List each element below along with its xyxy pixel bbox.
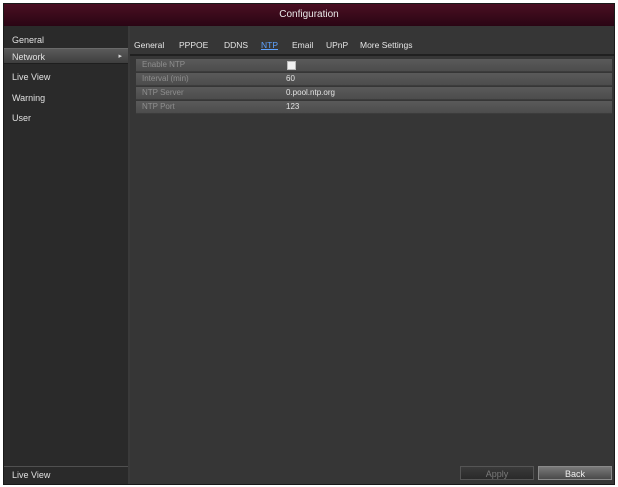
sidebar-item-label: Network: [12, 52, 46, 62]
ntp-port-label: NTP Port: [142, 102, 175, 111]
sidebar-item-general[interactable]: General: [4, 32, 128, 48]
tab-pppoe[interactable]: PPPOE: [179, 40, 208, 50]
tab-upnp[interactable]: UPnP: [326, 40, 348, 50]
sidebar: General Network ▸ Live View Warning User…: [4, 26, 128, 484]
tab-bar: General PPPOE DDNS NTP Email UPnP More S…: [130, 40, 614, 54]
ntp-server-field[interactable]: 0.pool.ntp.org: [286, 87, 335, 99]
tab-email[interactable]: Email: [292, 40, 313, 50]
sidebar-item-live-view[interactable]: Live View: [4, 69, 128, 85]
sidebar-item-user[interactable]: User: [4, 110, 128, 126]
live-view-button[interactable]: Live View: [4, 466, 128, 482]
tab-ddns[interactable]: DDNS: [224, 40, 248, 50]
configuration-window: Configuration General Network ▸ Live Vie…: [3, 3, 615, 485]
tab-general[interactable]: General: [134, 40, 164, 50]
row-enable-ntp: Enable NTP: [136, 59, 612, 72]
chevron-right-icon: ▸: [118, 53, 122, 60]
ntp-port-field[interactable]: 123: [286, 101, 299, 113]
enable-ntp-checkbox[interactable]: [287, 61, 296, 70]
tab-ntp[interactable]: NTP: [261, 40, 278, 50]
row-ntp-server: NTP Server 0.pool.ntp.org: [136, 87, 612, 100]
interval-field[interactable]: 60: [286, 73, 295, 85]
back-button[interactable]: Back: [538, 466, 612, 480]
row-interval: Interval (min) 60: [136, 73, 612, 86]
window-title: Configuration: [4, 4, 614, 26]
enable-ntp-label: Enable NTP: [142, 60, 186, 69]
ntp-server-label: NTP Server: [142, 88, 184, 97]
sidebar-item-warning[interactable]: Warning: [4, 90, 128, 106]
row-ntp-port: NTP Port 123: [136, 101, 612, 114]
tab-divider: [130, 54, 614, 56]
tab-more-settings[interactable]: More Settings: [360, 40, 412, 50]
content-panel: General PPPOE DDNS NTP Email UPnP More S…: [130, 26, 614, 484]
interval-label: Interval (min): [142, 74, 189, 83]
sidebar-item-network[interactable]: Network ▸: [4, 48, 128, 64]
apply-button[interactable]: Apply: [460, 466, 534, 480]
